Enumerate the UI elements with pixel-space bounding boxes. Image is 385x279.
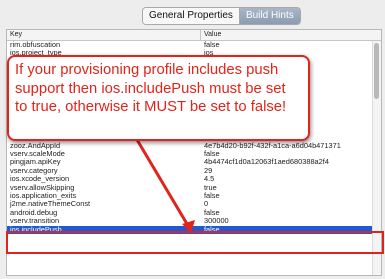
annotation-text: If your provisioning profile includes pu…	[15, 62, 287, 115]
annotation-callout: If your provisioning profile includes pu…	[7, 55, 310, 141]
